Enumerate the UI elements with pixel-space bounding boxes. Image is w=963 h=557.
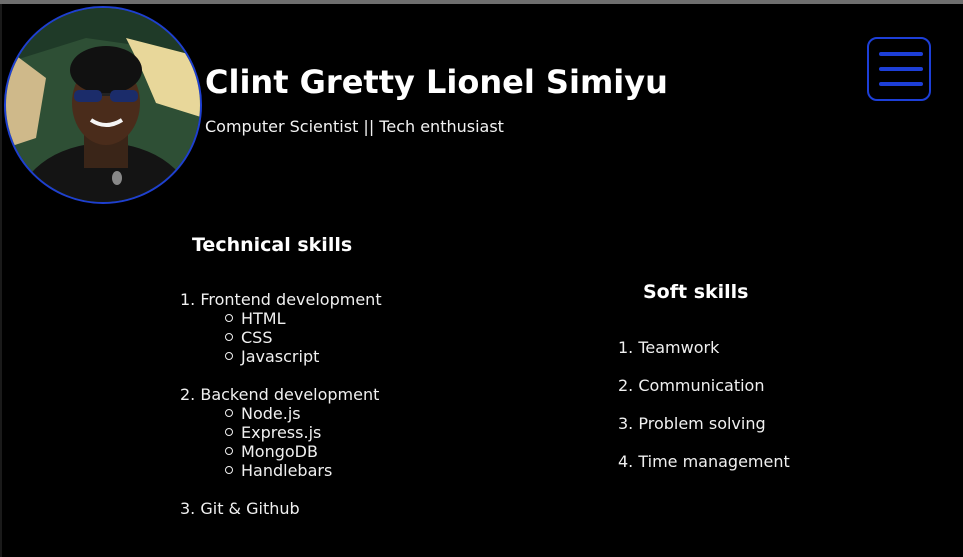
hamburger-menu-button[interactable] [867, 37, 931, 101]
subskill-label: MongoDB [241, 442, 318, 461]
profile-tagline: Computer Scientist || Tech enthusiast [205, 117, 504, 136]
menu-bar-middle [879, 67, 923, 71]
bullet-icon [225, 332, 233, 341]
menu-bar-bottom [879, 82, 923, 86]
subskill-label: Express.js [241, 423, 322, 442]
soft-skill-item: 3. Problem solving [618, 414, 766, 433]
profile-name: Clint Gretty Lionel Simiyu [205, 63, 668, 101]
subskill-item: Express.js [225, 423, 321, 442]
subskill-item: Javascript [225, 347, 319, 366]
subskill-label: Node.js [241, 404, 301, 423]
subskill-label: CSS [241, 328, 273, 347]
subskill-item: Handlebars [225, 461, 332, 480]
menu-bar-top [879, 52, 923, 56]
subskill-item: HTML [225, 309, 286, 328]
bullet-icon [225, 427, 233, 436]
browser-top-edge [0, 0, 963, 4]
bullet-icon [225, 446, 233, 455]
technical-skills-title: Technical skills [192, 234, 353, 256]
subskill-item: Node.js [225, 404, 301, 423]
technical-skill-label: 2. Backend development [180, 385, 380, 404]
profile-avatar [4, 6, 202, 204]
bullet-icon [225, 408, 233, 417]
bullet-icon [225, 351, 233, 360]
soft-skill-item: 4. Time management [618, 452, 790, 471]
subskill-item: CSS [225, 328, 272, 347]
soft-skill-item: 1. Teamwork [618, 338, 720, 357]
subskill-item: MongoDB [225, 442, 318, 461]
page-left-edge [0, 4, 2, 557]
subskill-label: HTML [241, 309, 286, 328]
bullet-icon [225, 465, 233, 474]
subskill-label: Javascript [241, 347, 320, 366]
bullet-icon [225, 313, 233, 322]
technical-skill-label: 1. Frontend development [180, 290, 382, 309]
profile-photo-image [6, 8, 200, 202]
soft-skills-title: Soft skills [643, 281, 749, 303]
subskill-label: Handlebars [241, 461, 333, 480]
soft-skill-item: 2. Communication [618, 376, 765, 395]
technical-skill-label: 3. Git & Github [180, 499, 300, 518]
